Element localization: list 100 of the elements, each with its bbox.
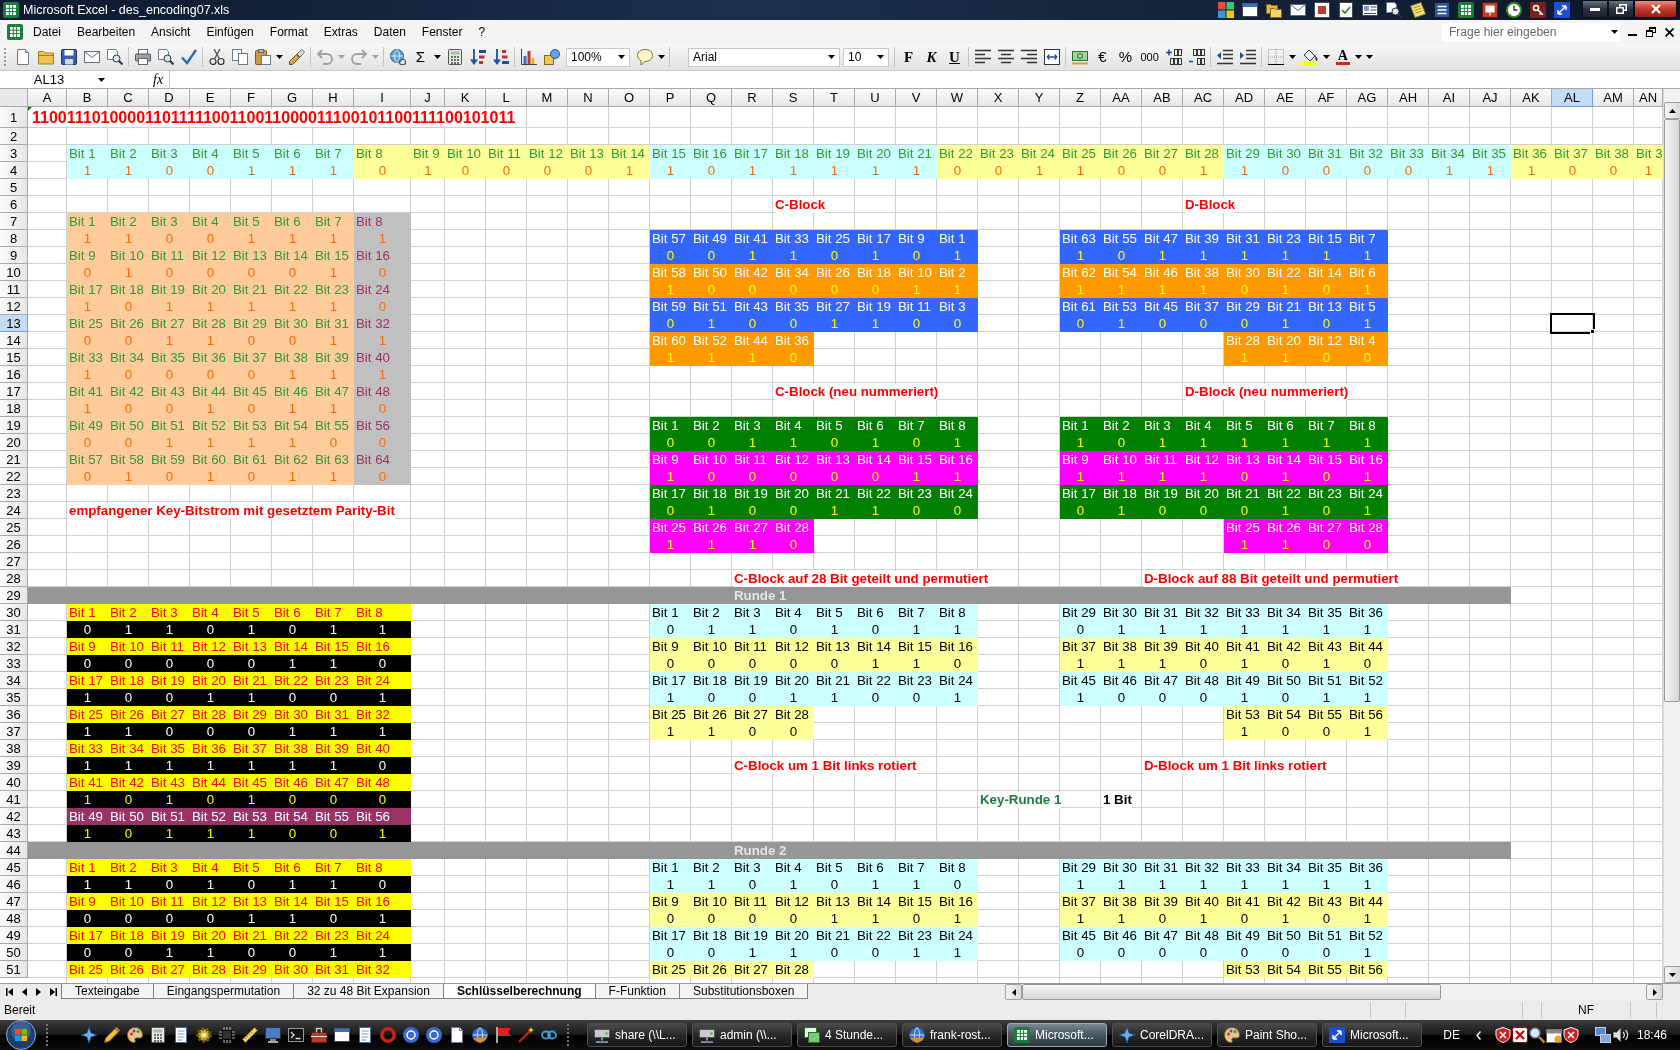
thousands-button[interactable]: 000 bbox=[1140, 48, 1159, 66]
row-header[interactable]: 35 bbox=[0, 689, 28, 706]
row-header[interactable]: 44 bbox=[0, 842, 28, 859]
row-header[interactable]: 11 bbox=[0, 281, 28, 298]
column-header[interactable]: O bbox=[609, 89, 650, 107]
drag-handle[interactable] bbox=[4, 48, 8, 66]
column-header[interactable]: AA bbox=[1101, 89, 1142, 107]
card-icon[interactable] bbox=[1362, 2, 1378, 18]
palette-icon[interactable] bbox=[127, 1027, 143, 1043]
row-header[interactable]: 9 bbox=[0, 247, 28, 264]
active-cell[interactable] bbox=[1550, 313, 1595, 334]
column-header[interactable]: R bbox=[732, 89, 773, 107]
disc-icon[interactable] bbox=[403, 1027, 419, 1043]
scroll-right-button[interactable] bbox=[1646, 984, 1663, 1000]
language-indicator[interactable]: DE bbox=[1443, 1028, 1460, 1042]
wand-icon[interactable] bbox=[518, 1027, 534, 1043]
banknote-icon[interactable] bbox=[1071, 49, 1088, 65]
column-header[interactable]: A bbox=[28, 89, 67, 107]
restore-button[interactable] bbox=[1608, 0, 1634, 18]
taskbar-button[interactable]: share (\\L... bbox=[587, 1023, 687, 1047]
row-header[interactable]: 13 bbox=[0, 315, 28, 332]
borders-icon[interactable] bbox=[1267, 49, 1284, 65]
zoom-dropdown[interactable]: 100% bbox=[566, 47, 630, 67]
shield-icon[interactable] bbox=[1494, 1027, 1511, 1043]
row-header[interactable]: 25 bbox=[0, 519, 28, 536]
column-header[interactable]: AJ bbox=[1470, 89, 1511, 107]
error-icon[interactable] bbox=[1511, 1027, 1528, 1043]
start-orb-icon[interactable] bbox=[6, 1020, 36, 1050]
row-header[interactable]: 39 bbox=[0, 757, 28, 774]
row-header[interactable]: 12 bbox=[0, 298, 28, 315]
row-header[interactable]: 14 bbox=[0, 332, 28, 349]
gear-icon[interactable] bbox=[196, 1027, 212, 1043]
scroll-thumb[interactable] bbox=[1022, 984, 1441, 1000]
row-header[interactable]: 6 bbox=[0, 196, 28, 213]
search-dropdown-button[interactable] bbox=[1608, 22, 1620, 42]
font-dropdown[interactable]: Arial bbox=[688, 47, 840, 67]
menu-item[interactable]: Einfügen bbox=[198, 22, 262, 42]
terminal-icon[interactable] bbox=[288, 1027, 304, 1043]
caret-icon[interactable] bbox=[1289, 55, 1297, 59]
window-icon[interactable] bbox=[1314, 2, 1330, 18]
caret-icon[interactable] bbox=[98, 77, 105, 82]
indent-icon[interactable] bbox=[1239, 49, 1256, 65]
row-header[interactable]: 19 bbox=[0, 417, 28, 434]
restore-icon[interactable] bbox=[1646, 27, 1656, 37]
sheet-tab[interactable]: Schlüsselberechnung bbox=[442, 984, 596, 999]
taskbar-button[interactable]: CorelDRA... bbox=[1112, 1023, 1212, 1047]
column-header[interactable]: P bbox=[650, 89, 691, 107]
merge-cells-icon[interactable] bbox=[1043, 49, 1060, 65]
paint-bucket-icon[interactable] bbox=[1301, 49, 1318, 65]
bar-chart-icon[interactable] bbox=[520, 49, 537, 65]
taskbar-button[interactable]: Microsoft... bbox=[1322, 1023, 1422, 1047]
row-header[interactable]: 22 bbox=[0, 468, 28, 485]
window-icon[interactable] bbox=[1242, 2, 1258, 18]
column-header[interactable]: S bbox=[773, 89, 814, 107]
row-header[interactable]: 26 bbox=[0, 536, 28, 553]
spreadsheet-icon[interactable] bbox=[7, 24, 23, 40]
disc-icon[interactable] bbox=[426, 1027, 442, 1043]
menu-item[interactable]: Extras bbox=[315, 22, 366, 42]
row-header[interactable]: 47 bbox=[0, 893, 28, 910]
sheet-tab[interactable]: Substitutionsboxen bbox=[678, 984, 809, 999]
printer-icon[interactable] bbox=[134, 49, 151, 65]
menu-item[interactable]: Datei bbox=[25, 22, 69, 42]
toolbox-icon[interactable] bbox=[311, 1027, 327, 1043]
tiles-icon[interactable] bbox=[1218, 2, 1234, 18]
shapes-icon[interactable] bbox=[543, 49, 560, 65]
align-left-icon[interactable] bbox=[974, 49, 991, 65]
column-header[interactable]: AD bbox=[1224, 89, 1265, 107]
sum-button[interactable]: Σ bbox=[412, 48, 429, 66]
menu-item[interactable]: Daten bbox=[365, 22, 414, 42]
menu-item[interactable]: Format bbox=[261, 22, 316, 42]
taskbar-button[interactable]: frank-rost... bbox=[902, 1023, 1002, 1047]
page-magnifier-icon[interactable] bbox=[157, 49, 174, 65]
row-header[interactable]: 49 bbox=[0, 927, 28, 944]
decrease-decimal-icon[interactable] bbox=[1188, 49, 1205, 65]
globe-icon[interactable] bbox=[472, 1027, 488, 1043]
row-header[interactable]: 20 bbox=[0, 434, 28, 451]
sort-descending-icon[interactable] bbox=[492, 49, 509, 65]
column-header[interactable]: AE bbox=[1265, 89, 1306, 107]
checklist-icon[interactable] bbox=[1338, 2, 1354, 18]
scroll-down-button[interactable] bbox=[1664, 966, 1680, 983]
flag-icon[interactable] bbox=[495, 1027, 511, 1043]
row-header[interactable]: 5 bbox=[0, 179, 28, 196]
column-header[interactable]: AK bbox=[1511, 89, 1552, 107]
row-header[interactable]: 1 bbox=[0, 107, 28, 128]
menu-item[interactable]: Fenster bbox=[413, 22, 471, 42]
row-header[interactable]: 30 bbox=[0, 604, 28, 621]
calculator-icon[interactable] bbox=[446, 49, 463, 65]
row-header[interactable]: 31 bbox=[0, 621, 28, 638]
help-search-field[interactable]: Frage hier eingeben bbox=[1442, 22, 1608, 42]
row-header[interactable]: 21 bbox=[0, 451, 28, 468]
column-header[interactable]: J bbox=[411, 89, 445, 107]
bold-button[interactable]: F bbox=[900, 48, 917, 66]
row-header[interactable]: 32 bbox=[0, 638, 28, 655]
close-button[interactable] bbox=[1634, 0, 1677, 18]
spreadsheet-icon[interactable] bbox=[1458, 2, 1474, 18]
scroll-left-button[interactable] bbox=[1005, 984, 1022, 1000]
row-header[interactable]: 45 bbox=[0, 859, 28, 876]
row-header[interactable]: 33 bbox=[0, 655, 28, 672]
column-header[interactable]: AL bbox=[1552, 89, 1593, 107]
taskbar-button[interactable]: 4 Stunde... bbox=[797, 1023, 897, 1047]
